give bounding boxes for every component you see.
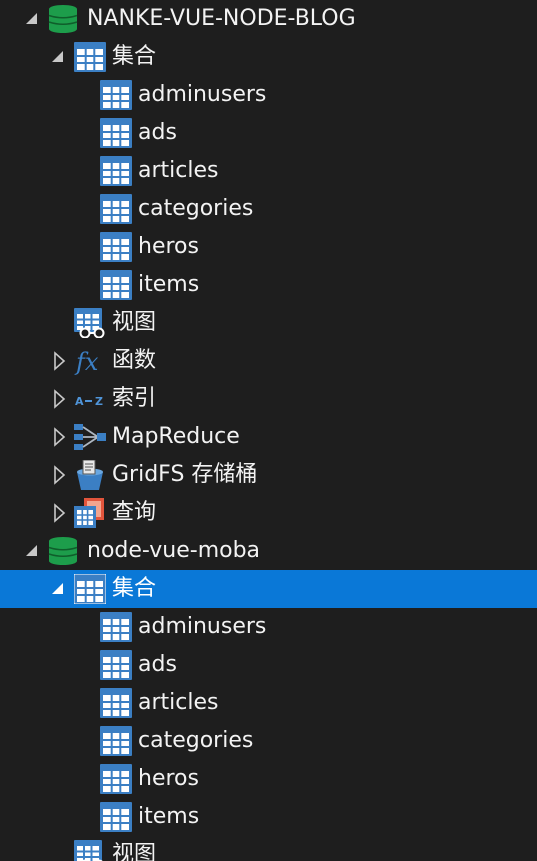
collections-folder-label: 集合 <box>112 44 157 69</box>
tree-node-database[interactable]: NANKE-VUE-NODE-BLOG <box>0 0 537 38</box>
table-grid-icon <box>100 802 132 832</box>
collection-item[interactable]: articles <box>0 684 537 722</box>
table-grid-icon <box>100 688 132 718</box>
svg-text:fx: fx <box>74 348 99 376</box>
collection-item[interactable]: ads <box>0 646 537 684</box>
tree-node-views-folder[interactable]: 视图 <box>0 836 537 861</box>
collection-item[interactable]: ads <box>0 114 537 152</box>
collection-item-label: items <box>138 804 200 829</box>
expanded-arrow-icon[interactable] <box>24 541 40 561</box>
collection-item[interactable]: items <box>0 798 537 836</box>
collection-item[interactable]: articles <box>0 152 537 190</box>
collection-item[interactable]: categories <box>0 722 537 760</box>
folder-label: GridFS 存储桶 <box>112 462 258 487</box>
view-icon <box>74 308 105 338</box>
collection-item-label: articles <box>138 158 219 183</box>
tree-node-queries-folder[interactable]: 查询 <box>0 494 537 532</box>
tree-node-collections-folder[interactable]: 集合 <box>0 570 537 608</box>
expanded-arrow-icon[interactable] <box>24 9 40 29</box>
collapsed-arrow-icon[interactable] <box>52 389 68 409</box>
collapsed-arrow-icon[interactable] <box>52 465 68 485</box>
collection-item-label: heros <box>138 766 199 791</box>
collection-item-label: categories <box>138 196 254 221</box>
tree-node-collections-folder[interactable]: 集合 <box>0 38 537 76</box>
view-icon <box>74 840 103 861</box>
expanded-arrow-icon[interactable] <box>50 579 66 599</box>
collection-item-label: ads <box>138 652 177 677</box>
folder-label: 视图 <box>112 310 157 335</box>
table-grid-icon <box>100 726 132 756</box>
table-grid-icon <box>100 764 132 794</box>
collapsed-arrow-icon[interactable] <box>52 351 68 371</box>
database-name: node-vue-moba <box>87 538 261 563</box>
collections-folder-label: 集合 <box>112 576 157 601</box>
table-grid-icon <box>100 194 132 224</box>
table-grid-icon <box>100 80 132 110</box>
database-icon <box>48 5 78 33</box>
function-icon: fx <box>74 348 99 376</box>
collapsed-arrow-icon[interactable] <box>52 503 68 523</box>
table-grid-icon <box>74 574 106 604</box>
index-icon: AZ <box>75 395 103 408</box>
table-grid-icon <box>100 156 132 186</box>
collection-item-label: categories <box>138 728 254 753</box>
collection-item-label: heros <box>138 234 199 259</box>
svg-text:A: A <box>75 395 84 408</box>
svg-text:Z: Z <box>95 395 103 408</box>
collection-item-label: items <box>138 272 200 297</box>
folder-label: 视图 <box>112 842 157 861</box>
database-icon <box>48 537 78 565</box>
folder-label: MapReduce <box>112 424 240 449</box>
gridfs-bucket-icon <box>77 460 103 490</box>
database-name: NANKE-VUE-NODE-BLOG <box>87 6 356 31</box>
collection-item[interactable]: items <box>0 266 537 304</box>
folder-label: 函数 <box>112 348 157 373</box>
collection-item[interactable]: heros <box>0 228 537 266</box>
collection-item-label: articles <box>138 690 219 715</box>
table-grid-icon <box>74 42 106 72</box>
collection-item[interactable]: heros <box>0 760 537 798</box>
collection-item-label: adminusers <box>138 614 267 639</box>
mapreduce-icon <box>74 424 106 450</box>
collection-item[interactable]: adminusers <box>0 76 537 114</box>
tree-node-views-folder[interactable]: 视图 <box>0 304 537 342</box>
query-icon <box>74 498 104 528</box>
collection-item[interactable]: adminusers <box>0 608 537 646</box>
table-grid-icon <box>100 232 132 262</box>
folder-label: 查询 <box>112 500 157 525</box>
table-grid-icon <box>100 270 132 300</box>
collection-item[interactable]: categories <box>0 190 537 228</box>
table-grid-icon <box>100 612 132 642</box>
tree-node-mapreduce-folder[interactable]: MapReduce <box>0 418 537 456</box>
collapsed-arrow-icon[interactable] <box>52 427 68 447</box>
tree-node-functions-folder[interactable]: fx 函数 <box>0 342 537 380</box>
tree-node-gridfs-folder[interactable]: GridFS 存储桶 <box>0 456 537 494</box>
folder-label: 索引 <box>112 386 157 411</box>
tree-node-indexes-folder[interactable]: AZ 索引 <box>0 380 537 418</box>
table-grid-icon <box>100 118 132 148</box>
expanded-arrow-icon[interactable] <box>50 47 66 67</box>
table-grid-icon <box>100 650 132 680</box>
tree-node-database[interactable]: node-vue-moba <box>0 532 537 570</box>
collection-item-label: ads <box>138 120 177 145</box>
object-explorer-tree: NANKE-VUE-NODE-BLOG 集合 adminusers ads ar… <box>0 0 537 861</box>
collection-item-label: adminusers <box>138 82 267 107</box>
